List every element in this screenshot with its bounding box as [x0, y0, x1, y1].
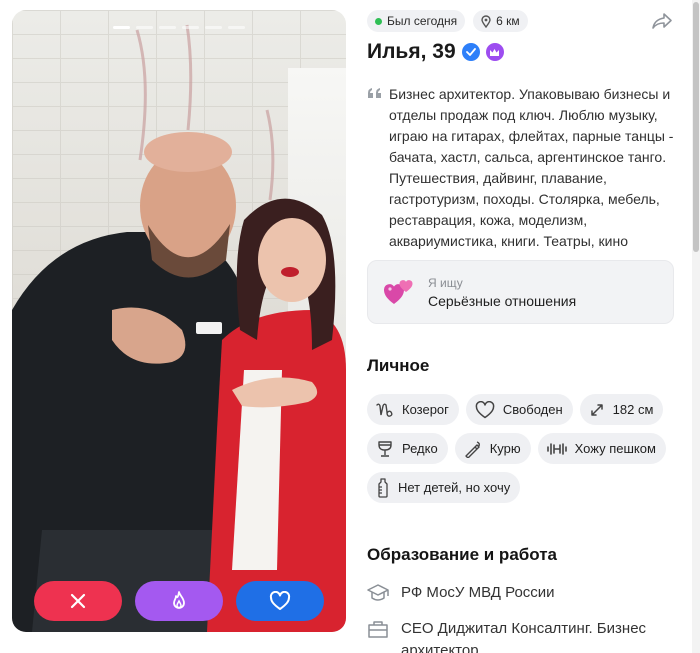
looking-for-card: Я ищу Серьёзные отношения — [367, 260, 674, 324]
dislike-button[interactable] — [34, 581, 122, 621]
photo-dot[interactable] — [182, 26, 199, 29]
photo-people — [12, 24, 346, 632]
tag-label: Редко — [402, 441, 438, 456]
tag-smoking: Курю — [454, 433, 531, 464]
graduation-cap-icon — [367, 584, 389, 601]
photo-dot[interactable] — [159, 26, 176, 29]
verified-badge-icon — [461, 43, 480, 61]
heart-outline-icon — [475, 400, 495, 418]
like-button[interactable] — [236, 581, 324, 621]
photo-pagination — [113, 26, 245, 29]
tag-label: Козерог — [402, 402, 449, 417]
tag-sport: Хожу пешком — [537, 433, 666, 464]
briefcase-icon — [368, 621, 388, 638]
personal-tags: Козерог Свободен 182 см Редко Курю Хожу … — [367, 394, 677, 503]
tag-label: Хожу пешком — [574, 441, 656, 456]
online-dot-icon — [375, 17, 382, 25]
work-text: CEO Диджитал Консалтинг. Бизнес архитект… — [401, 620, 647, 653]
personal-section-title: Личное — [367, 356, 430, 375]
tag-alcohol: Редко — [367, 433, 448, 464]
tag-label: Свободен — [502, 402, 563, 417]
height-arrows-icon — [590, 403, 603, 416]
education-text: РФ МосУ МВД России — [401, 584, 555, 601]
close-icon — [70, 593, 86, 609]
scrollbar-thumb[interactable] — [693, 2, 699, 252]
scrollbar[interactable] — [692, 0, 700, 653]
work-item: CEO Диджитал Консалтинг. Бизнес архитект… — [367, 618, 677, 653]
capricorn-icon — [376, 403, 393, 417]
superlike-button[interactable] — [135, 581, 223, 621]
profile-details: Был сегодня 6 км Илья, 39 Бизнес архитек… — [367, 0, 677, 653]
tag-zodiac: Козерог — [367, 394, 459, 425]
tag-label: Курю — [489, 441, 521, 456]
online-status-text: Был сегодня — [387, 14, 458, 28]
distance-text: 6 км — [496, 14, 520, 28]
education-item: РФ МосУ МВД России — [367, 582, 677, 604]
share-icon[interactable] — [651, 12, 673, 30]
tag-label: Нет детей, но хочу — [398, 480, 511, 495]
wine-glass-icon — [378, 440, 392, 457]
location-pin-icon — [481, 14, 491, 28]
bio-section: Бизнес архитектор. Упаковываю бизнесы и … — [367, 84, 675, 252]
tag-label: 182 см — [612, 402, 654, 417]
flame-icon — [173, 591, 185, 609]
photo-dot[interactable] — [228, 26, 245, 29]
education-section-title: Образование и работа — [367, 545, 558, 564]
tag-relationship: Свободен — [465, 394, 573, 425]
bio-text: Бизнес архитектор. Упаковываю бизнесы и … — [389, 86, 674, 249]
profile-name: Илья, 39 — [367, 40, 456, 63]
two-hearts-icon — [384, 280, 413, 304]
photo-dot[interactable] — [205, 26, 222, 29]
cigarette-icon — [465, 440, 480, 458]
looking-for-label: Я ищу — [428, 275, 463, 290]
photo-dot[interactable] — [113, 26, 130, 29]
tag-children: Нет детей, но хочу — [367, 472, 521, 503]
dumbbell-icon — [546, 442, 567, 455]
baby-bottle-icon — [378, 477, 388, 498]
profile-photo[interactable] — [12, 10, 346, 632]
photo-dot[interactable] — [136, 26, 153, 29]
distance-badge: 6 км — [473, 10, 528, 32]
name-row: Илья, 39 — [367, 40, 504, 64]
tag-height: 182 см — [579, 394, 664, 425]
heart-icon — [269, 591, 291, 610]
premium-crown-icon — [485, 43, 504, 61]
quote-icon — [368, 88, 381, 98]
looking-for-value: Серьёзные отношения — [428, 292, 577, 309]
online-status-badge: Был сегодня — [367, 10, 466, 32]
status-row: Был сегодня 6 км — [367, 10, 528, 32]
action-buttons — [34, 581, 324, 621]
